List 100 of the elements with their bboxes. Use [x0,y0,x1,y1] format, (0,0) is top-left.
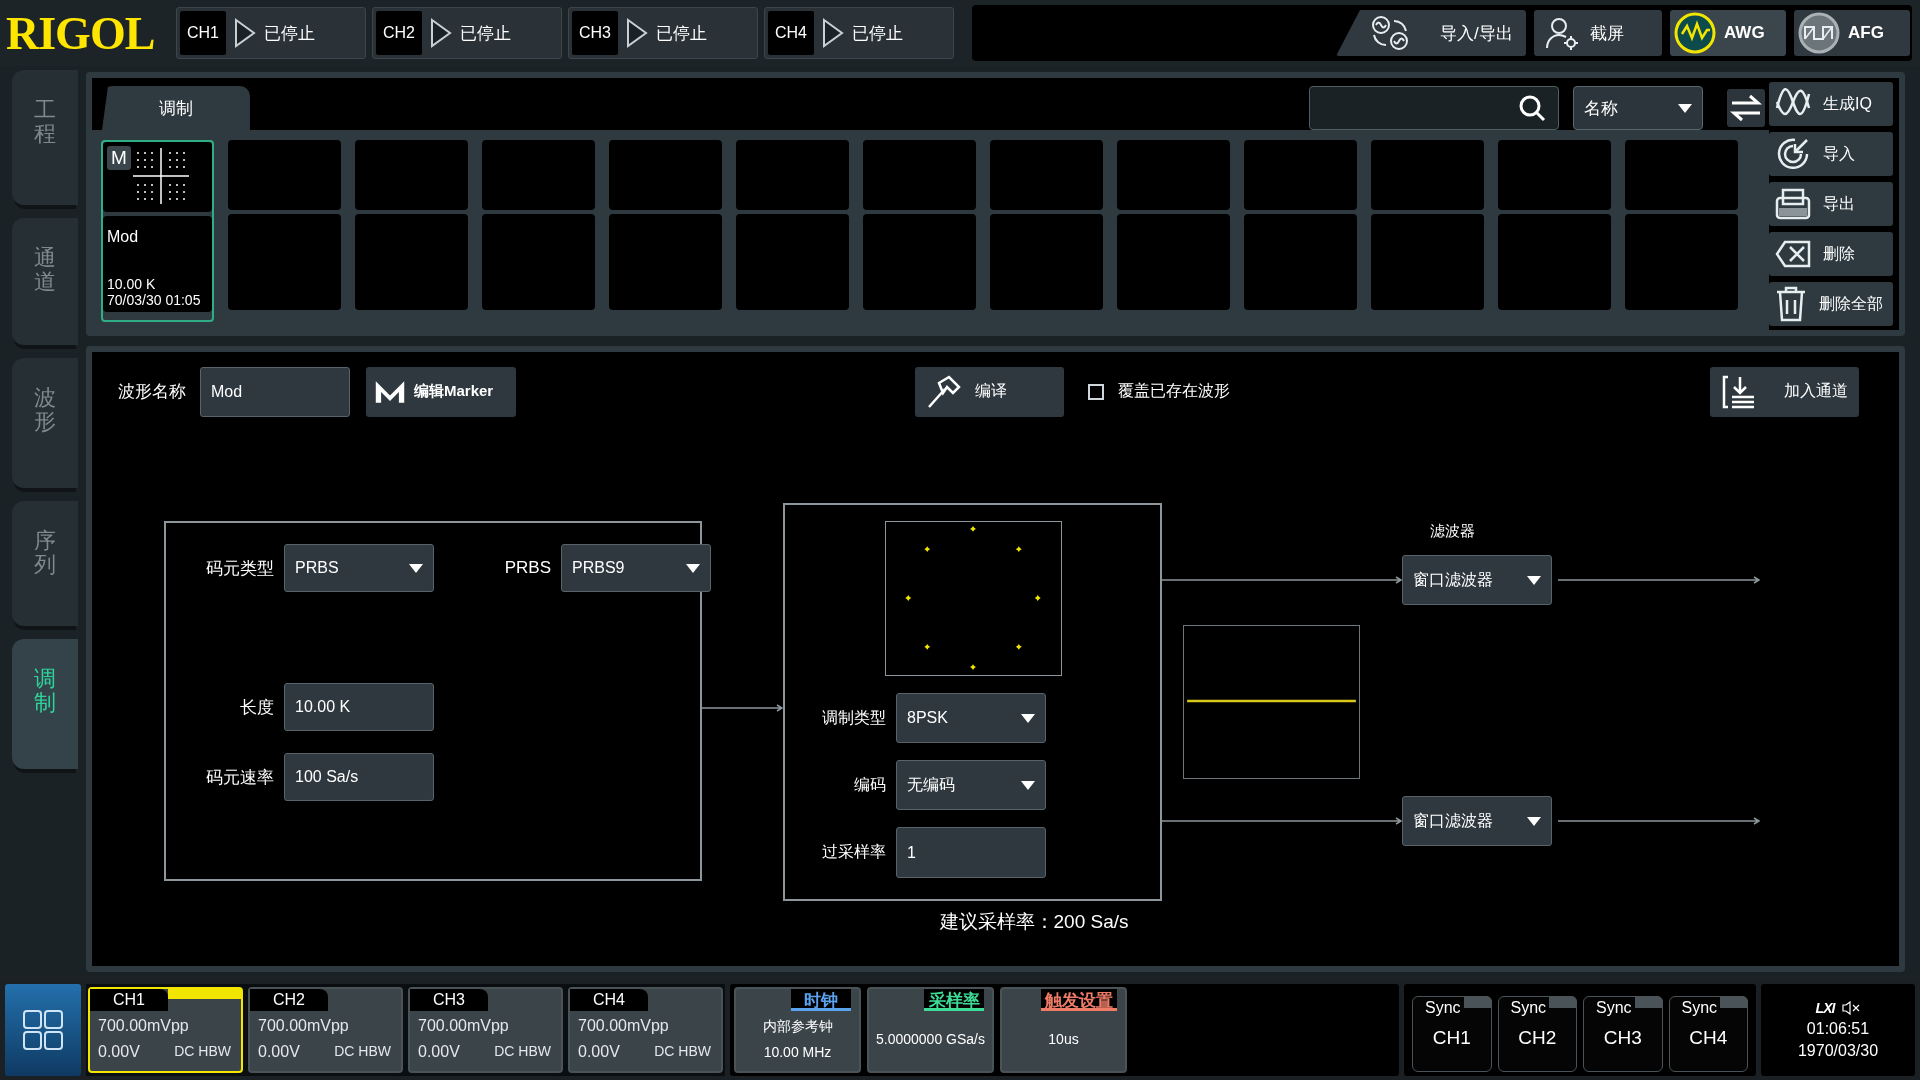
play-icon [626,18,648,48]
iq-button[interactable]: 生成IQ [1769,82,1893,126]
waveform-item[interactable]: M Mod 10.00 K 70/03/30 01:05 [101,140,214,322]
sync-button[interactable]: Sync CH1 [1412,996,1492,1072]
empty-slot[interactable] [1117,140,1230,210]
play-icon [822,18,844,48]
export-button[interactable]: 导出 [1769,182,1893,226]
channel-card[interactable]: CH4 700.00mVpp 0.00V DC HBW [568,987,723,1073]
channel-card[interactable]: CH1 700.00mVpp 0.00V DC HBW [88,987,243,1073]
input-field[interactable]: 1 [896,827,1046,878]
channel-label: CH1 [180,11,226,55]
field-label: 码元速率 [205,766,274,789]
empty-slot[interactable] [1498,214,1611,310]
sync-button[interactable]: Sync CH3 [1583,996,1663,1072]
delete-button[interactable]: 删除 [1769,232,1893,276]
coupling-value: DC HBW [174,1043,231,1061]
setting-card[interactable]: 触发设置 10us [1000,987,1127,1073]
empty-slot[interactable] [1625,214,1738,310]
run-state-button[interactable]: 已停止 [818,11,907,55]
download-tray-icon [1720,374,1756,409]
sync-button[interactable]: Sync CH4 [1668,996,1748,1072]
setting-detail: 10.00 MHz [763,1043,832,1060]
dropdown[interactable]: 无编码 [896,760,1046,810]
filter-label: 滤波器 [1430,522,1475,541]
empty-slot[interactable] [1498,140,1611,210]
empty-slot[interactable] [990,214,1103,310]
empty-slot[interactable] [863,140,976,210]
sync-button[interactable]: Sync CH2 [1497,996,1577,1072]
app-grid-button[interactable] [5,984,81,1076]
empty-slot[interactable] [863,214,976,310]
waveform-name: Mod [107,228,140,246]
empty-slot[interactable] [990,140,1103,210]
run-state-button[interactable]: 已停止 [230,11,319,55]
empty-slot[interactable] [228,140,341,210]
channel-card[interactable]: CH2 700.00mVpp 0.00V DC HBW [248,987,403,1073]
checkbox[interactable] [1088,383,1104,400]
coupling-value: DC HBW [654,1043,711,1061]
category-tab[interactable]: 调制 [102,86,250,130]
waveform-date: 70/03/30 01:05 [107,292,202,308]
empty-slot[interactable] [609,140,722,210]
channel-label: CH3 [572,11,618,55]
input-field[interactable]: 100 Sa/s [284,753,434,801]
caret-icon [1021,780,1035,790]
offset-value: 0.00V [98,1043,140,1061]
field-label: 编码 [853,774,886,795]
dropdown[interactable]: 8PSK [896,693,1046,743]
add-channel-button[interactable]: 加入通道 [1710,366,1859,417]
channel-card[interactable]: CH3 700.00mVpp 0.00V DC HBW [408,987,563,1073]
constellation-point [1015,546,1022,553]
amplitude-value: 700.00mVpp [258,1017,350,1035]
run-state-button[interactable]: 已停止 [426,11,515,55]
empty-slot[interactable] [609,214,722,310]
delete-all-button[interactable]: 删除全部 [1769,282,1893,326]
empty-slot[interactable] [1244,140,1357,210]
name-field[interactable]: Mod [200,366,350,417]
edit-marker-button[interactable]: 编辑Marker [366,366,516,417]
empty-slot[interactable] [736,214,849,310]
mode-button[interactable]: AFG [1794,10,1910,56]
dropdown[interactable]: PRBS9 [561,544,711,592]
caret-icon [1678,103,1692,113]
setting-card[interactable]: 采样率 5.0000000 GSa/s [867,987,994,1073]
empty-slot[interactable] [482,140,595,210]
input-field[interactable]: 10.00 K [284,683,434,731]
field-label: 码元类型 [205,557,274,580]
amplitude-value: 700.00mVpp [578,1017,670,1035]
printer-icon [1775,188,1811,220]
empty-slot[interactable] [1371,214,1484,310]
lxi-logo: LXI [1815,1000,1835,1016]
empty-slot[interactable] [1371,140,1484,210]
channel-label: CH2 [376,11,422,55]
empty-slot[interactable] [355,214,468,310]
screenshot-button[interactable]: 截屏 [1534,10,1662,56]
swap-icon [1730,94,1762,122]
import-export-button[interactable]: 导入/导出 [1336,10,1526,56]
dropdown[interactable]: 窗口滤波器 [1402,796,1552,846]
import-button[interactable]: 导入 [1769,132,1893,176]
mode-button[interactable]: AWG [1670,10,1786,56]
empty-slot[interactable] [355,140,468,210]
setting-value: 10us [1048,1030,1079,1047]
channel-label: CH4 [570,989,648,1011]
empty-slot[interactable] [736,140,849,210]
waves-exchange-icon [1370,15,1410,51]
sort-dropdown[interactable]: 名称 [1573,86,1703,130]
dropdown[interactable]: PRBS [284,544,434,592]
compile-button[interactable]: 编译 [915,366,1064,417]
caret-icon [1021,713,1035,723]
empty-slot[interactable] [1625,140,1738,210]
clock-time: 01:06:51 [1806,1020,1870,1038]
swap-button[interactable] [1727,89,1765,127]
run-state-button[interactable]: 已停止 [622,11,711,55]
setting-card[interactable]: 时钟 内部参考钟 10.00 MHz [734,987,861,1073]
search-field[interactable] [1309,86,1559,130]
empty-slot[interactable] [228,214,341,310]
empty-slot[interactable] [482,214,595,310]
empty-slot[interactable] [1117,214,1230,310]
field-label: PRBS [503,557,551,579]
checkbox-label: 覆盖已存在波形 [1118,381,1230,401]
empty-slot[interactable] [1244,214,1357,310]
constellation-point [1034,595,1041,601]
dropdown[interactable]: 窗口滤波器 [1402,555,1552,605]
